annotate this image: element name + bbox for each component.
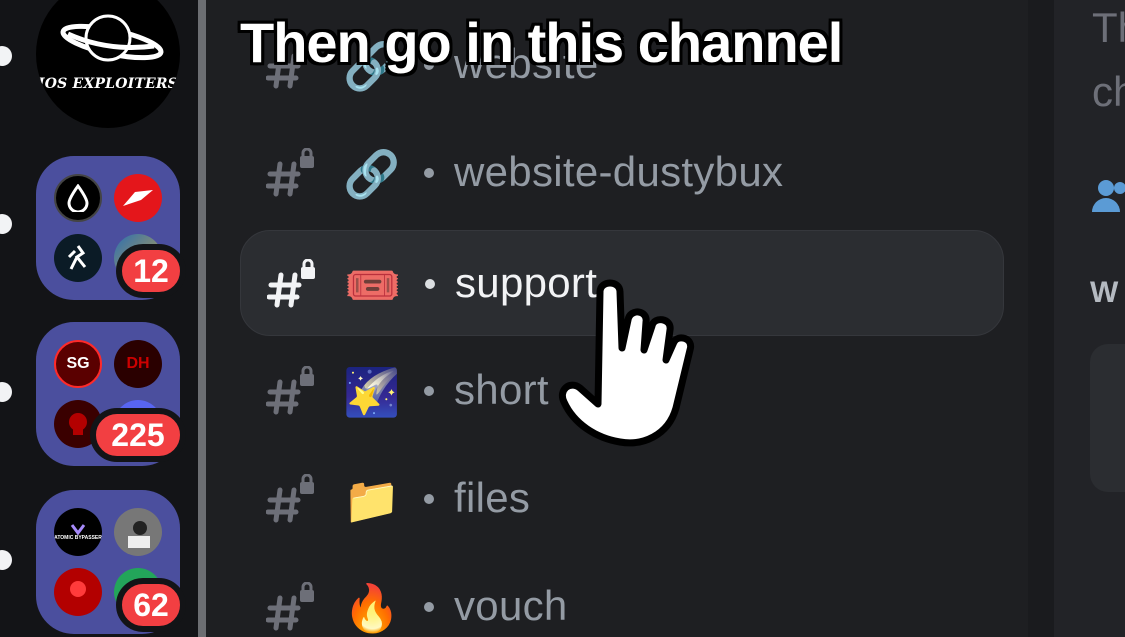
locked-hash-icon <box>266 366 314 415</box>
unread-indicator <box>0 382 12 402</box>
link-icon: 🔗 <box>343 147 401 200</box>
mention-badge: 225 <box>90 408 186 462</box>
ticket-icon: 🎟️ <box>344 258 402 311</box>
tutorial-caption: Then go in this channel <box>240 11 843 74</box>
fire-icon: 🔥 <box>343 581 401 634</box>
unread-indicator <box>0 550 12 570</box>
channel-files[interactable]: 📁 files <box>240 446 1004 552</box>
right-panel-card <box>1090 344 1125 492</box>
wing-logo-icon <box>123 190 153 206</box>
server-icon[interactable] <box>54 234 102 282</box>
planet-logo-icon <box>60 14 164 62</box>
droplet-icon <box>67 184 89 212</box>
channel-name: short <box>454 366 549 413</box>
server-folder[interactable]: 12 <box>36 156 186 300</box>
separator-dot <box>424 494 434 504</box>
hand-pointer-icon <box>559 279 695 447</box>
server-ios-exploiters[interactable]: IOS EXPLOITERS <box>36 0 180 128</box>
channel-name: vouch <box>454 582 568 629</box>
people-icon[interactable] <box>1092 178 1125 212</box>
channel-vouch[interactable]: 🔥 vouch <box>240 554 1004 637</box>
separator-dot <box>424 386 434 396</box>
right-panel-text: ch <box>1092 68 1125 115</box>
unread-indicator <box>0 46 12 66</box>
unread-indicator <box>0 214 12 234</box>
right-panel-text: Th <box>1092 4 1125 51</box>
server-name: IOS EXPLOITERS <box>37 76 178 92</box>
locked-hash-icon <box>266 582 314 631</box>
rail-divider <box>198 0 206 637</box>
folder-icon: 📁 <box>343 473 401 526</box>
server-icon[interactable] <box>54 174 102 222</box>
figure-icon <box>67 245 87 270</box>
server-icon[interactable]: DH <box>114 340 162 388</box>
separator-dot <box>424 602 434 612</box>
separator-dot <box>425 279 435 289</box>
separator-dot <box>424 168 434 178</box>
server-icon[interactable] <box>114 174 162 222</box>
locked-hash-icon <box>267 259 315 308</box>
server-icon[interactable] <box>54 568 102 616</box>
server-icon[interactable] <box>114 508 162 556</box>
mention-badge: 12 <box>116 244 186 298</box>
person-photo-icon <box>128 521 150 548</box>
skull-icon <box>69 413 87 435</box>
server-rail: IOS EXPLOITERS 12 SG DH 225 ATOMIC BYPAS… <box>0 0 200 637</box>
server-folder[interactable]: SG DH 225 <box>36 322 186 466</box>
server-icon[interactable]: SG <box>54 340 102 388</box>
server-mini-label: ATOMIC BYPASSER <box>54 535 102 541</box>
locked-hash-icon <box>266 474 314 523</box>
locked-hash-icon <box>266 148 314 197</box>
channel-name: website-dustybux <box>454 148 784 195</box>
chevron-logo-icon <box>70 524 86 535</box>
channel-name: files <box>454 474 531 521</box>
channel-website-dustybux[interactable]: 🔗 website-dustybux <box>240 120 1004 226</box>
red-avatar-icon <box>70 581 86 597</box>
server-folder[interactable]: ATOMIC BYPASSER 62 <box>36 490 186 634</box>
server-icon[interactable]: ATOMIC BYPASSER <box>54 508 102 556</box>
mention-badge: 62 <box>116 578 186 632</box>
shooting-star-icon: 🌠 <box>343 365 401 418</box>
right-panel-heading: W <box>1090 276 1119 309</box>
